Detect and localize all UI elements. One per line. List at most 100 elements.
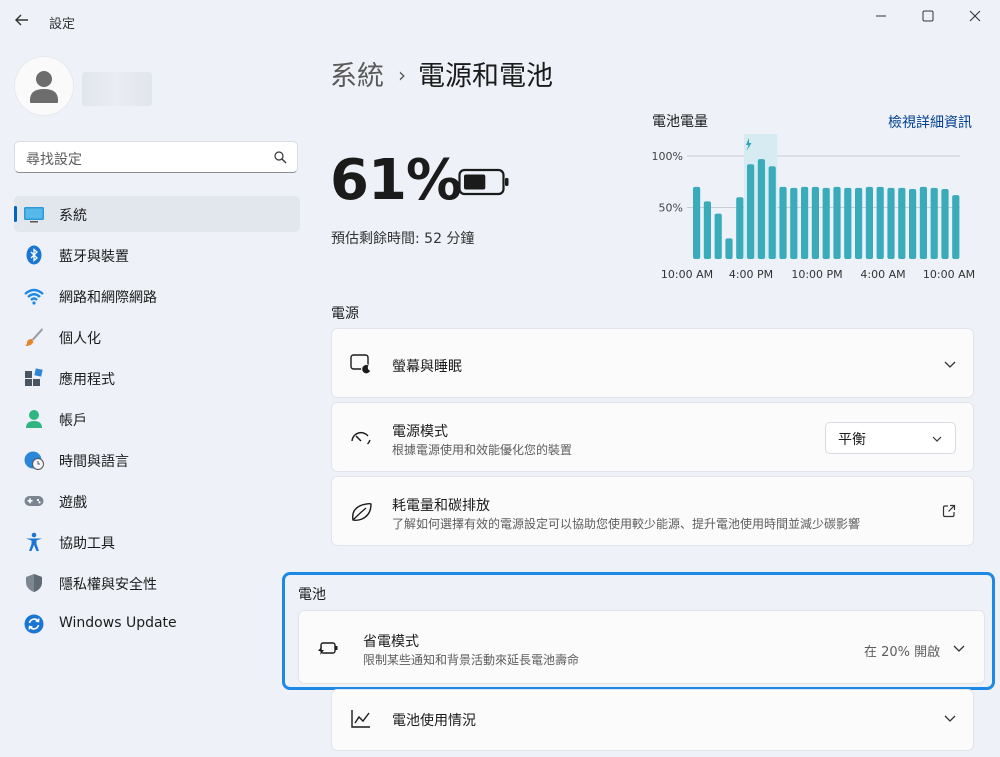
sidebar-item-label: 遊戲: [59, 495, 87, 511]
battery-percentage: 61%: [330, 148, 462, 213]
sidebar-item-network[interactable]: 網路和網際網路: [14, 278, 300, 314]
screen-sleep-icon: [350, 354, 371, 374]
minimize-button[interactable]: [858, 2, 904, 30]
sidebar-item-label: 網路和網際網路: [59, 290, 157, 306]
chart-bar: [693, 186, 701, 259]
system-icon: [24, 207, 44, 223]
sidebar-item-accessibility[interactable]: 協助工具: [14, 524, 300, 560]
apps-icon: [25, 368, 43, 386]
battery-usage-card[interactable]: 電池使用情況: [331, 689, 974, 751]
minimize-icon: [876, 15, 886, 17]
external-link-icon: [942, 504, 956, 518]
x-tick-label: 10:00 PM: [791, 268, 842, 281]
sidebar-item-label: 系統: [59, 208, 87, 224]
x-tick-label: 4:00 PM: [729, 268, 773, 281]
chart-bar: [779, 186, 787, 259]
remaining-value: 52 分鐘: [424, 231, 475, 247]
chart-bar: [930, 187, 938, 259]
sidebar-item-personalization[interactable]: 個人化: [14, 319, 300, 355]
power-section-title: 電源: [331, 306, 359, 322]
sidebar-item-gaming[interactable]: 遊戲: [14, 483, 300, 519]
chart-bar: [876, 186, 884, 259]
sidebar-item-time-language[interactable]: 時間與語言: [14, 442, 300, 478]
energy-title: 耗電量和碳排放: [392, 498, 490, 514]
page-title: 電源和電池: [418, 61, 553, 92]
battery-saver-card[interactable]: 省電模式 限制某些通知和背景活動來延長電池壽命 在 20% 開啟: [298, 610, 985, 684]
active-indicator: [14, 206, 17, 222]
screen-sleep-card[interactable]: 螢幕與睡眠: [331, 328, 974, 398]
power-mode-subtitle: 根據電源使用和效能優化您的裝置: [392, 443, 573, 457]
battery-saver-status: 在 20% 開啟: [864, 645, 941, 660]
window-title: 設定: [49, 17, 76, 32]
chevron-down-icon: [932, 436, 942, 442]
search-input[interactable]: 尋找設定: [14, 141, 298, 173]
battery-fill: [464, 174, 486, 190]
chart-bar: [811, 186, 819, 259]
gamepad-icon: [24, 496, 44, 506]
x-tick-label: 4:00 AM: [860, 268, 905, 281]
battery-usage-title: 電池使用情況: [392, 713, 476, 729]
back-button[interactable]: [8, 8, 36, 32]
breadcrumb: 系統 › 電源和電池: [330, 54, 553, 93]
chart-bar: [736, 197, 744, 259]
bluetooth-icon: [26, 245, 42, 265]
breadcrumb-parent[interactable]: 系統: [330, 61, 384, 92]
power-mode-gauge-icon: [351, 431, 371, 445]
x-tick-label: 10:00 AM: [923, 268, 975, 281]
chart-bar: [790, 187, 798, 259]
accessibility-icon: [26, 532, 42, 551]
chart-bar: [757, 159, 765, 259]
battery-section-title: 電池: [298, 587, 326, 603]
chevron-down-icon: [944, 361, 956, 368]
close-button[interactable]: [952, 2, 998, 30]
sidebar-item-system[interactable]: 系統: [14, 196, 300, 232]
maximize-button[interactable]: [905, 2, 951, 30]
y-tick-label: 100%: [652, 150, 683, 163]
user-icon: [30, 71, 58, 103]
chart-title: 電池電量: [652, 114, 708, 130]
screen-sleep-title: 螢幕與睡眠: [392, 359, 462, 375]
sidebar-item-label: 協助工具: [59, 536, 115, 552]
chart-bar: [703, 201, 711, 259]
chevron-down-icon: [944, 715, 956, 722]
search-placeholder: 尋找設定: [26, 152, 82, 168]
breadcrumb-separator: ›: [398, 63, 406, 87]
battery-icon: [458, 168, 509, 196]
remaining-time: 預估剩餘時間: 52 分鐘: [331, 228, 474, 248]
chevron-down-icon: [953, 645, 965, 652]
sidebar-item-label: 藍牙與裝置: [59, 249, 129, 265]
chart-bar: [898, 187, 906, 259]
chart-bar: [768, 166, 776, 259]
avatar[interactable]: [14, 56, 74, 116]
sidebar-item-accounts[interactable]: 帳戶: [14, 401, 300, 437]
sidebar-item-privacy[interactable]: 隱私權與安全性: [14, 565, 300, 601]
sidebar-item-label: 應用程式: [59, 372, 115, 388]
globe-clock-icon: [24, 451, 44, 470]
search-icon: [274, 151, 287, 164]
energy-card[interactable]: 耗電量和碳排放 了解如何選擇有效的電源設定可以協助您使用較少能源、提升電池使用時…: [331, 476, 974, 546]
chart-bar: [801, 186, 809, 259]
brush-icon: [25, 328, 43, 347]
battery-saver-title: 省電模式: [363, 634, 419, 650]
chart-bar: [747, 164, 755, 259]
chart-bar: [909, 188, 917, 259]
line-chart-icon: [351, 710, 370, 728]
view-details-link[interactable]: 檢視詳細資訊: [888, 112, 972, 132]
sidebar-item-bluetooth[interactable]: 藍牙與裝置: [14, 237, 300, 273]
sidebar-item-windows-update[interactable]: Windows Update: [14, 606, 300, 642]
chart-bar: [952, 195, 960, 259]
battery-level-chart: 100% 50% 10:00 AM 4:00 PM 10:00 PM 4:00 AM 10:…: [652, 134, 975, 281]
power-mode-dropdown[interactable]: 平衡: [825, 422, 956, 454]
account-name-redacted: [82, 72, 152, 106]
chart-bar: [714, 213, 722, 259]
back-arrow-icon: [15, 14, 28, 26]
chart-bar: [844, 187, 852, 259]
energy-subtitle: 了解如何選擇有效的電源設定可以協助您使用較少能源、提升電池使用時間並減少碳影響: [392, 517, 861, 531]
sidebar-item-apps[interactable]: 應用程式: [14, 360, 300, 396]
sidebar-item-label: 時間與語言: [59, 454, 129, 470]
wifi-icon: [24, 288, 44, 305]
chart-bar: [865, 186, 873, 259]
chart-bar: [822, 187, 830, 259]
battery-saver-subtitle: 限制某些通知和背景活動來延長電池壽命: [363, 653, 580, 667]
battery-saver-icon: [318, 642, 338, 655]
